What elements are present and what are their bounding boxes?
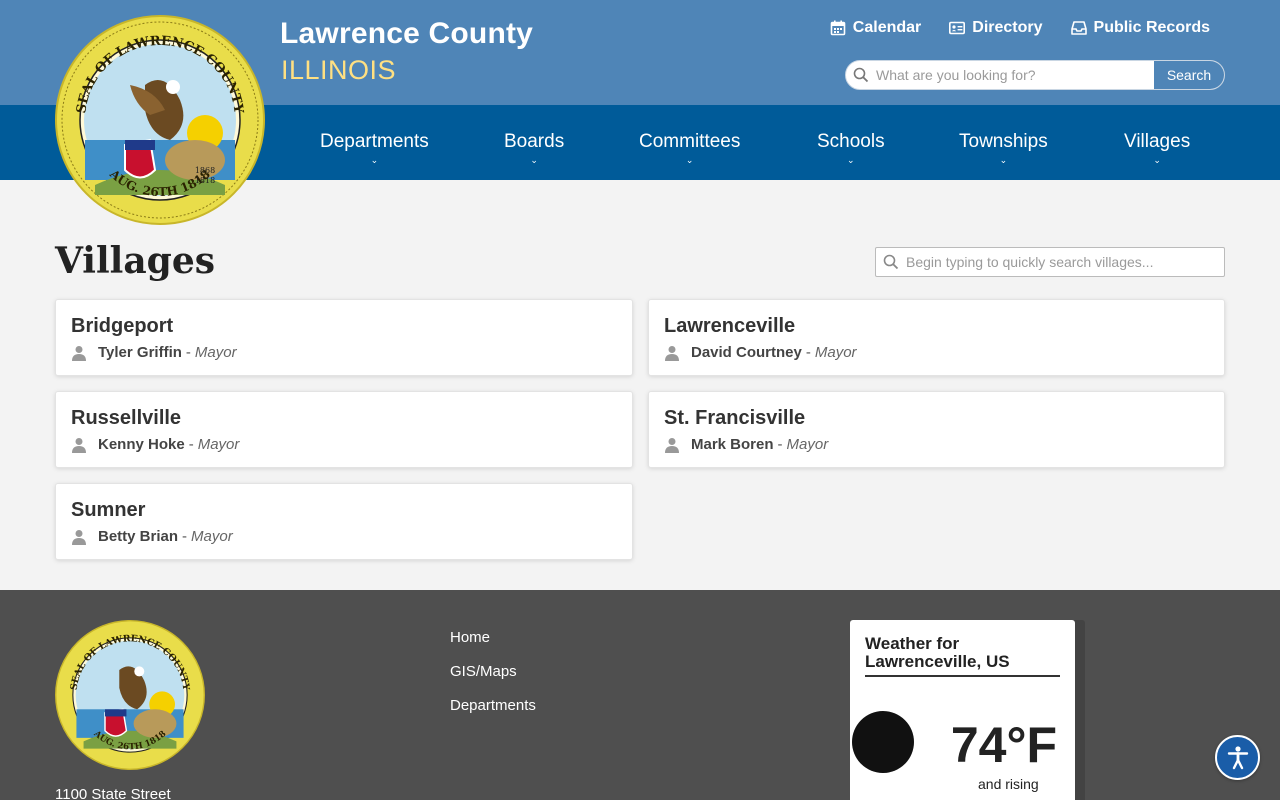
- official-role: Mayor: [194, 344, 237, 361]
- search-icon: [876, 254, 906, 270]
- village-official: David Courtney - Mayor: [664, 344, 857, 361]
- nav-label: Committees: [639, 131, 741, 152]
- official-role: Mayor: [814, 344, 857, 361]
- nav-townships[interactable]: Townships ⌄: [959, 131, 1048, 165]
- site-search: Search: [845, 60, 1225, 90]
- person-icon: [72, 529, 86, 545]
- person-icon: [72, 345, 86, 361]
- village-official: Kenny Hoke - Mayor: [71, 436, 239, 453]
- official-role: Mayor: [191, 528, 233, 545]
- nav-label: Boards: [504, 131, 565, 152]
- official-role: Mayor: [197, 436, 240, 453]
- calendar-link[interactable]: Calendar: [830, 19, 921, 37]
- village-name[interactable]: Russellville: [71, 407, 181, 430]
- site-title[interactable]: Lawrence County: [280, 17, 533, 51]
- separator: -: [805, 344, 811, 361]
- chevron-down-icon: ⌄: [1153, 155, 1161, 165]
- accessibility-button[interactable]: [1215, 735, 1260, 780]
- village-card-sumner[interactable]: Sumner Betty Brian - Mayor: [55, 483, 633, 560]
- county-seal-logo[interactable]: SEAL OF LAWRENCE COUNTY AUG. 26TH 1818 1…: [55, 15, 265, 225]
- nav-label: Townships: [959, 131, 1048, 152]
- weather-trend: and rising: [978, 776, 1039, 792]
- person-icon: [665, 437, 679, 453]
- nav-committees[interactable]: Committees ⌄: [639, 131, 740, 165]
- utility-links: Calendar Directory Public Records: [830, 19, 1210, 37]
- village-official: Mark Boren - Mayor: [664, 436, 828, 453]
- id-card-icon: [949, 21, 966, 35]
- chevron-down-icon: ⌄: [999, 155, 1008, 165]
- calendar-link-label: Calendar: [852, 19, 922, 36]
- seal-year-2: 1818: [195, 176, 215, 185]
- search-button[interactable]: Search: [1153, 61, 1224, 89]
- village-official: Tyler Griffin - Mayor: [71, 344, 237, 361]
- site-subtitle: ILLINOIS: [281, 55, 397, 85]
- official-name: Betty Brian: [98, 528, 179, 545]
- chevron-down-icon: ⌄: [847, 155, 855, 165]
- village-official: Betty Brian - Mayor: [71, 528, 233, 545]
- village-filter-input[interactable]: [906, 254, 1224, 270]
- person-icon: [665, 345, 679, 361]
- chevron-down-icon: ⌄: [370, 155, 379, 165]
- separator: -: [182, 528, 188, 545]
- footer-address: 1100 State Street: [55, 786, 171, 800]
- page-title: Villages: [55, 240, 215, 282]
- person-icon: [72, 437, 86, 453]
- calendar-icon: [830, 20, 846, 36]
- seal-year-1: 1868: [195, 166, 215, 175]
- separator: -: [185, 344, 191, 361]
- chevron-down-icon: ⌄: [530, 155, 538, 165]
- village-card-bridgeport[interactable]: Bridgeport Tyler Griffin - Mayor: [55, 299, 633, 376]
- separator: -: [188, 436, 194, 453]
- weather-title: Weather for Lawrenceville, US: [865, 635, 1060, 677]
- nav-label: Departments: [320, 131, 429, 152]
- footer-link-gis-maps[interactable]: GIS/Maps: [450, 663, 517, 680]
- weather-widget: Weather for Lawrenceville, US 74°F and r…: [850, 620, 1075, 800]
- official-name: Kenny Hoke: [98, 436, 185, 453]
- footer-county-seal: SEAL OF LAWRENCE COUNTY AUG. 26TH 1818: [55, 620, 205, 770]
- village-name[interactable]: Lawrenceville: [664, 315, 795, 338]
- weather-temperature: 74°F: [950, 717, 1057, 773]
- village-name[interactable]: Bridgeport: [71, 315, 173, 338]
- nav-schools[interactable]: Schools ⌄: [817, 131, 885, 165]
- search-icon: [846, 61, 876, 89]
- separator: -: [777, 436, 783, 453]
- directory-link-label: Directory: [972, 19, 1043, 36]
- accessibility-icon: [1227, 745, 1248, 769]
- village-filter: [875, 247, 1225, 277]
- village-card-russellville[interactable]: Russellville Kenny Hoke - Mayor: [55, 391, 633, 468]
- village-name[interactable]: St. Francisville: [664, 407, 805, 430]
- nav-label: Schools: [817, 131, 885, 152]
- weather-condition-icon: [852, 711, 914, 773]
- site-search-input[interactable]: [876, 61, 1153, 89]
- inbox-icon: [1070, 21, 1087, 35]
- village-card-lawrenceville[interactable]: Lawrenceville David Courtney - Mayor: [648, 299, 1225, 376]
- nav-villages[interactable]: Villages ⌄: [1124, 131, 1190, 165]
- footer-link-home[interactable]: Home: [450, 629, 490, 646]
- village-card-st-francisville[interactable]: St. Francisville Mark Boren - Mayor: [648, 391, 1225, 468]
- nav-departments[interactable]: Departments ⌄: [320, 131, 429, 165]
- footer-link-departments[interactable]: Departments: [450, 697, 536, 714]
- official-name: Mark Boren: [691, 436, 774, 453]
- directory-link[interactable]: Directory: [949, 19, 1043, 37]
- village-name[interactable]: Sumner: [71, 499, 145, 522]
- nav-label: Villages: [1124, 131, 1191, 152]
- official-name: David Courtney: [691, 344, 802, 361]
- nav-boards[interactable]: Boards ⌄: [504, 131, 564, 165]
- official-name: Tyler Griffin: [98, 344, 182, 361]
- official-role: Mayor: [786, 436, 829, 453]
- chevron-down-icon: ⌄: [685, 155, 694, 165]
- public-records-link[interactable]: Public Records: [1070, 19, 1210, 37]
- public-records-link-label: Public Records: [1093, 19, 1210, 36]
